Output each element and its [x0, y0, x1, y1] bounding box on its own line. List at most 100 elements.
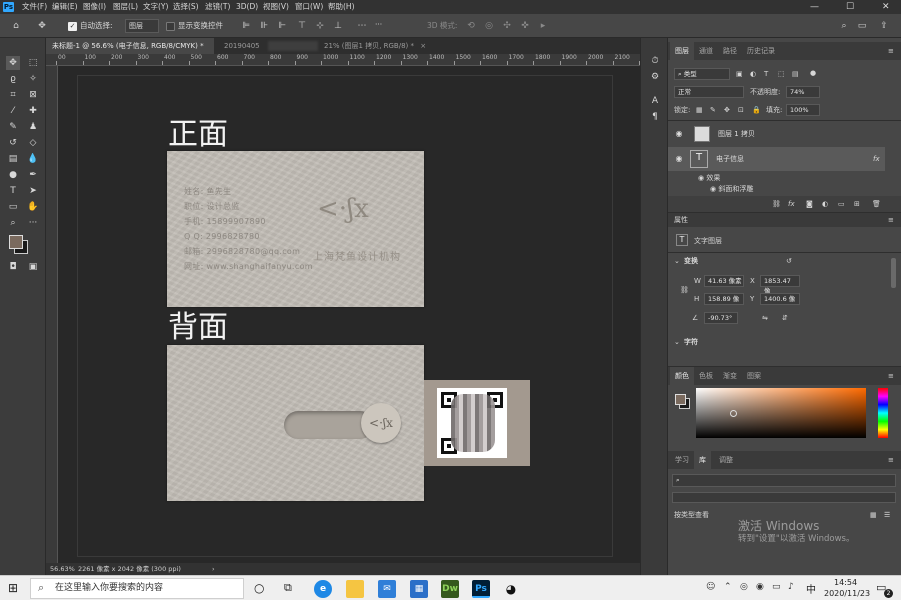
eraser-tool-icon[interactable]: ◇ [26, 136, 40, 150]
new-group-icon[interactable]: ▭ [838, 198, 845, 210]
new-layer-icon[interactable]: ⊞ [854, 198, 860, 210]
layer-row-selected[interactable]: ◉ T 电子信息 fx [668, 147, 885, 171]
history-brush-icon[interactable]: ↺ [6, 136, 20, 150]
menu-file[interactable]: 文件(F) [22, 1, 47, 13]
width-input[interactable]: 41.63 像素 [704, 275, 744, 287]
lock-all-icon[interactable]: 🔒 [752, 104, 761, 116]
tab-gradients[interactable]: 渐变 [718, 367, 742, 385]
marquee-tool-icon[interactable]: ⬚ [26, 56, 40, 70]
tab-history[interactable]: 历史记录 [742, 42, 780, 60]
windows-start-icon[interactable]: ⊞ [8, 581, 22, 595]
paragraph-panel-icon[interactable]: ¶ [648, 110, 662, 124]
frame-tool-icon[interactable]: ⊠ [26, 88, 40, 102]
tab-libraries[interactable]: 库 [694, 451, 711, 469]
eyedropper-icon[interactable]: ⁄ [6, 104, 20, 118]
search-icon[interactable]: ⌕ [838, 20, 850, 32]
tab-learn[interactable]: 学习 [670, 451, 694, 469]
tray-icon[interactable]: ◎ [740, 582, 748, 592]
add-style-icon[interactable]: fx [788, 198, 795, 210]
edge-browser-icon[interactable]: e [314, 580, 332, 598]
tab-close-icon[interactable]: × [420, 42, 426, 50]
healing-brush-icon[interactable]: ✚ [26, 104, 40, 118]
tab-color[interactable]: 颜色 [670, 367, 694, 385]
list-view-icon[interactable]: ☰ [884, 509, 890, 521]
home-icon[interactable]: ⌂ [10, 20, 22, 32]
library-dropdown[interactable] [672, 492, 896, 503]
foreground-color-swatch[interactable] [9, 235, 23, 249]
more-tools-icon[interactable]: ··· [26, 216, 40, 230]
collapse-icon[interactable]: ⌄ [674, 255, 680, 267]
minimize-button[interactable]: — [810, 0, 819, 14]
blend-mode-dropdown[interactable]: 正常 [674, 86, 744, 98]
document-info[interactable]: 2261 像素 x 2042 像素 (300 ppi) [78, 563, 181, 575]
business-card-back[interactable]: <·ʃx [167, 345, 424, 501]
fx-icon[interactable]: fx [873, 147, 880, 171]
cortana-icon[interactable]: ○ [254, 581, 264, 595]
more-options-icon[interactable]: ··· [375, 19, 382, 31]
brush-tool-icon[interactable]: ✎ [6, 120, 20, 134]
reset-transform-icon[interactable]: ↺ [786, 255, 792, 267]
tab-patterns[interactable]: 图案 [742, 367, 766, 385]
panel-menu-icon[interactable]: ≡ [888, 370, 894, 382]
move-tool-icon[interactable]: ✥ [6, 56, 20, 70]
panel-menu-icon[interactable]: ≡ [888, 45, 894, 57]
character-panel-icon[interactable]: A [648, 94, 662, 108]
menu-window[interactable]: 窗口(W) [295, 1, 323, 13]
share-icon[interactable]: ⇪ [878, 20, 890, 32]
mail-icon[interactable]: ✉ [378, 580, 396, 598]
link-proportions-icon[interactable]: ⛓ [680, 284, 689, 296]
network-icon[interactable]: ▭ [772, 582, 781, 592]
menu-3d[interactable]: 3D(D) [236, 1, 258, 13]
close-button[interactable]: ✕ [882, 0, 890, 14]
align-center-icon[interactable]: ⊪ [258, 20, 270, 32]
color-picker-cursor[interactable] [730, 410, 737, 417]
align-bottom-icon[interactable]: ⊥ [332, 20, 344, 32]
pen-tool-icon[interactable]: ✒ [26, 168, 40, 182]
photoshop-taskbar-icon[interactable]: Ps [472, 580, 490, 598]
show-transform-checkbox[interactable] [166, 22, 175, 31]
color-picker-field[interactable] [696, 388, 866, 438]
3d-orbit-icon[interactable]: ⟲ [465, 20, 477, 32]
volume-icon[interactable]: ♪ [788, 582, 794, 592]
lock-pixels-icon[interactable]: ▦ [696, 104, 703, 116]
status-arrow-icon[interactable]: › [212, 563, 215, 575]
align-top-icon[interactable]: ⊤ [296, 20, 308, 32]
crop-tool-icon[interactable]: ⌗ [6, 88, 20, 102]
zoom-tool-icon[interactable]: ⌕ [6, 216, 20, 230]
filter-pixel-icon[interactable]: ▣ [736, 68, 743, 80]
ime-indicator[interactable]: 中 [806, 581, 816, 596]
auto-select-checkbox[interactable]: ✓ [68, 22, 77, 31]
menu-edit[interactable]: 编辑(E) [52, 1, 78, 13]
link-layers-icon[interactable]: ⛓ [772, 198, 781, 210]
3d-slide-icon[interactable]: ✜ [519, 20, 531, 32]
task-view-icon[interactable]: ⧉ [284, 581, 292, 595]
collapse-icon[interactable]: ⌄ [674, 336, 680, 348]
adjust-panel-icon[interactable]: ⚙ [648, 70, 662, 84]
menu-filter[interactable]: 滤镜(T) [205, 1, 230, 13]
tab-layer-copy[interactable]: 21% (图层1 拷贝, RGB/8) * × [318, 38, 448, 54]
3d-pan-icon[interactable]: ✣ [501, 20, 513, 32]
layer-filter-dropdown[interactable]: ⌕ 类型 [674, 68, 730, 80]
maximize-button[interactable]: ☐ [846, 0, 854, 14]
people-icon[interactable]: ☺ [706, 582, 715, 592]
lock-artboard-icon[interactable]: ⊡ [738, 104, 744, 116]
filter-adjust-icon[interactable]: ◐ [750, 68, 756, 80]
foreground-color-chip[interactable] [675, 394, 686, 405]
tab-paths[interactable]: 路径 [718, 42, 742, 60]
filter-toggle-icon[interactable]: ● [810, 67, 816, 79]
view-by-type-label[interactable]: 按类型查看 [674, 509, 709, 521]
clock-date[interactable]: 2020/11/23 [824, 588, 870, 599]
x-input[interactable]: 1853.47 像 [760, 275, 800, 295]
screen-mode-icon[interactable]: ▣ [26, 260, 40, 274]
blur-tool-icon[interactable]: 💧 [26, 152, 40, 166]
layer-row[interactable]: ◉ 图层 1 拷贝 [668, 122, 901, 146]
visibility-eye-icon[interactable]: ◉ [674, 147, 684, 171]
dodge-tool-icon[interactable]: ● [6, 168, 20, 182]
filter-shape-icon[interactable]: ⬚ [778, 68, 785, 80]
menu-help[interactable]: 帮助(H) [328, 1, 355, 13]
y-input[interactable]: 1400.6 像 [760, 293, 800, 305]
lasso-tool-icon[interactable]: ϱ [6, 72, 20, 86]
opacity-input[interactable]: 74% [786, 86, 820, 98]
lock-paint-icon[interactable]: ✎ [710, 104, 716, 116]
taskbar-search-input[interactable]: 在这里输入你要搜索的内容 [30, 578, 244, 599]
